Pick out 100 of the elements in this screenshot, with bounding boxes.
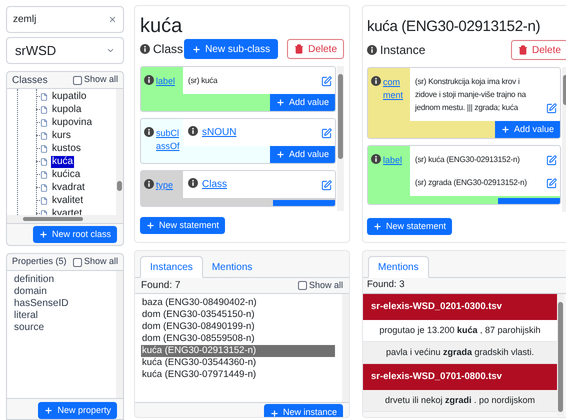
show-all-checkbox[interactable] xyxy=(72,76,82,84)
instance-title: kuća (ENG30-02913152-n) xyxy=(367,17,542,37)
type-label: Class xyxy=(153,41,184,58)
clear-icon[interactable] xyxy=(108,15,117,24)
property-item[interactable]: hasSenseID xyxy=(14,298,109,310)
property-item[interactable]: literal xyxy=(14,310,109,322)
scrollbar[interactable] xyxy=(337,66,344,211)
file-icon xyxy=(40,106,48,114)
tab[interactable]: Mentions xyxy=(202,256,262,278)
show-all-checkbox[interactable] xyxy=(72,258,82,266)
trash-icon xyxy=(518,45,528,55)
info-icon xyxy=(144,179,154,189)
add-value-button[interactable]: Add value xyxy=(270,146,335,163)
file-icon xyxy=(40,144,48,152)
info-icon xyxy=(367,45,377,55)
info-icon xyxy=(188,178,198,188)
horizontal-scrollbar[interactable] xyxy=(7,215,123,223)
tree-item[interactable]: kupola xyxy=(51,104,82,116)
show-all-label: Show all xyxy=(308,278,343,292)
tab[interactable]: Mentions xyxy=(368,256,429,278)
plus-icon xyxy=(276,150,285,159)
found-count: Found: 7 xyxy=(141,279,180,293)
edit-icon[interactable] xyxy=(546,103,557,114)
search-field[interactable]: zemlj xyxy=(6,6,124,33)
property-item[interactable]: domain xyxy=(14,286,109,298)
mention-text: pavla i većinu zgrada gradskih vlasti. xyxy=(386,346,534,359)
new-root-class-button[interactable]: New root class xyxy=(32,226,117,243)
tree-item[interactable]: kvadrat xyxy=(51,182,86,194)
tree-item[interactable]: kvalitet xyxy=(51,194,84,206)
delete-button[interactable]: Delete xyxy=(287,39,344,59)
file-icon xyxy=(40,196,48,204)
file-icon xyxy=(40,158,48,166)
info-icon xyxy=(188,126,198,136)
tree-item[interactable]: kustos xyxy=(51,142,82,154)
edit-icon[interactable] xyxy=(546,155,557,166)
edit-icon[interactable] xyxy=(546,178,557,189)
dataset-select[interactable]: srWSD xyxy=(6,37,124,64)
delete-button[interactable]: Delete xyxy=(511,40,566,60)
property-link[interactable]: subClassOf xyxy=(156,127,180,153)
info-icon xyxy=(371,154,381,164)
instance-item[interactable]: dom (ENG30-08559508-n) xyxy=(141,333,335,345)
new-subclass-button[interactable]: New sub-class xyxy=(184,39,278,59)
class-title: kuća xyxy=(140,15,184,37)
scrollbar[interactable] xyxy=(116,89,123,215)
edit-icon[interactable] xyxy=(321,76,332,87)
tree-item[interactable]: kućica xyxy=(51,168,82,180)
show-all-label: Show all xyxy=(84,73,118,86)
type-label: Instance xyxy=(380,42,426,59)
value-text: (sr) zgrada (ENG30-02913152-n) xyxy=(415,177,528,189)
scrollbar[interactable] xyxy=(557,294,564,416)
add-value-button[interactable]: Add value xyxy=(270,94,335,111)
show-all-label: Show all xyxy=(84,255,118,268)
file-name: sr-elexis-WSD_0701-0800.tsv xyxy=(371,370,502,384)
tree-item[interactable]: kuća xyxy=(51,156,74,168)
mention-text: drvetu ili nekoj zgradi . po nordijskom xyxy=(384,394,536,407)
file-name: sr-elexis-WSD_0201-0300.tsv xyxy=(371,300,502,314)
plus-icon xyxy=(500,125,510,134)
info-icon xyxy=(371,76,381,86)
plus-icon xyxy=(38,230,48,239)
property-item[interactable]: definition xyxy=(14,274,109,286)
trash-icon xyxy=(294,44,304,54)
instance-item[interactable]: kuća (ENG30-02913152-n) xyxy=(141,345,335,357)
plus-icon xyxy=(192,44,202,54)
info-icon xyxy=(140,44,150,54)
file-icon xyxy=(40,92,48,100)
plus-icon xyxy=(44,406,54,415)
file-icon xyxy=(40,184,48,192)
property-item[interactable]: source xyxy=(14,322,109,334)
property-link[interactable]: label xyxy=(156,75,176,88)
found-count: Found: 3 xyxy=(367,278,404,292)
property-link[interactable]: comment xyxy=(383,76,407,102)
new-instance-button[interactable]: New instance xyxy=(264,404,343,417)
file-icon xyxy=(40,118,48,126)
info-icon xyxy=(144,75,154,85)
instance-item[interactable]: kuća (ENG30-03544360-n) xyxy=(141,357,335,369)
scrollbar[interactable] xyxy=(342,294,349,402)
new-statement-button[interactable]: New statement xyxy=(140,217,226,234)
panel-title: Properties (5) xyxy=(12,255,67,268)
value-text: (sr) kuća (ENG30-02913152-n) xyxy=(415,154,521,166)
new-statement-button[interactable]: New statement xyxy=(367,218,452,235)
instance-item[interactable]: kuća (ENG30-07971449-n) xyxy=(141,369,335,381)
tree-item[interactable]: kupatilo xyxy=(51,90,88,102)
edit-icon[interactable] xyxy=(321,180,332,191)
scrollbar[interactable] xyxy=(116,271,123,398)
info-icon xyxy=(144,127,154,137)
instance-item[interactable]: dom (ENG30-03545150-n) xyxy=(141,309,335,321)
file-icon xyxy=(40,132,48,140)
add-value-button[interactable]: Add value xyxy=(494,121,560,138)
tab[interactable]: Instances xyxy=(140,256,203,278)
show-all-checkbox[interactable] xyxy=(298,281,307,290)
new-property-button[interactable]: New property xyxy=(38,402,117,419)
instance-item[interactable]: dom (ENG30-08490199-n) xyxy=(141,321,335,333)
edit-icon[interactable] xyxy=(321,128,332,139)
tree-item[interactable]: kurs xyxy=(51,130,72,142)
value-text: (sr) kuća xyxy=(188,75,218,87)
tree-item[interactable]: kupovina xyxy=(51,116,94,128)
instance-item[interactable]: baza (ENG30-08490402-n) xyxy=(141,297,335,309)
value-text: (sr) Konstrukcija koja ima krov i zidove i stoji manje-više trajno na jednom mestu. ||| zgrada; kuća xyxy=(415,76,527,114)
property-link[interactable]: label xyxy=(383,154,402,167)
panel-title: Classes xyxy=(12,74,48,88)
